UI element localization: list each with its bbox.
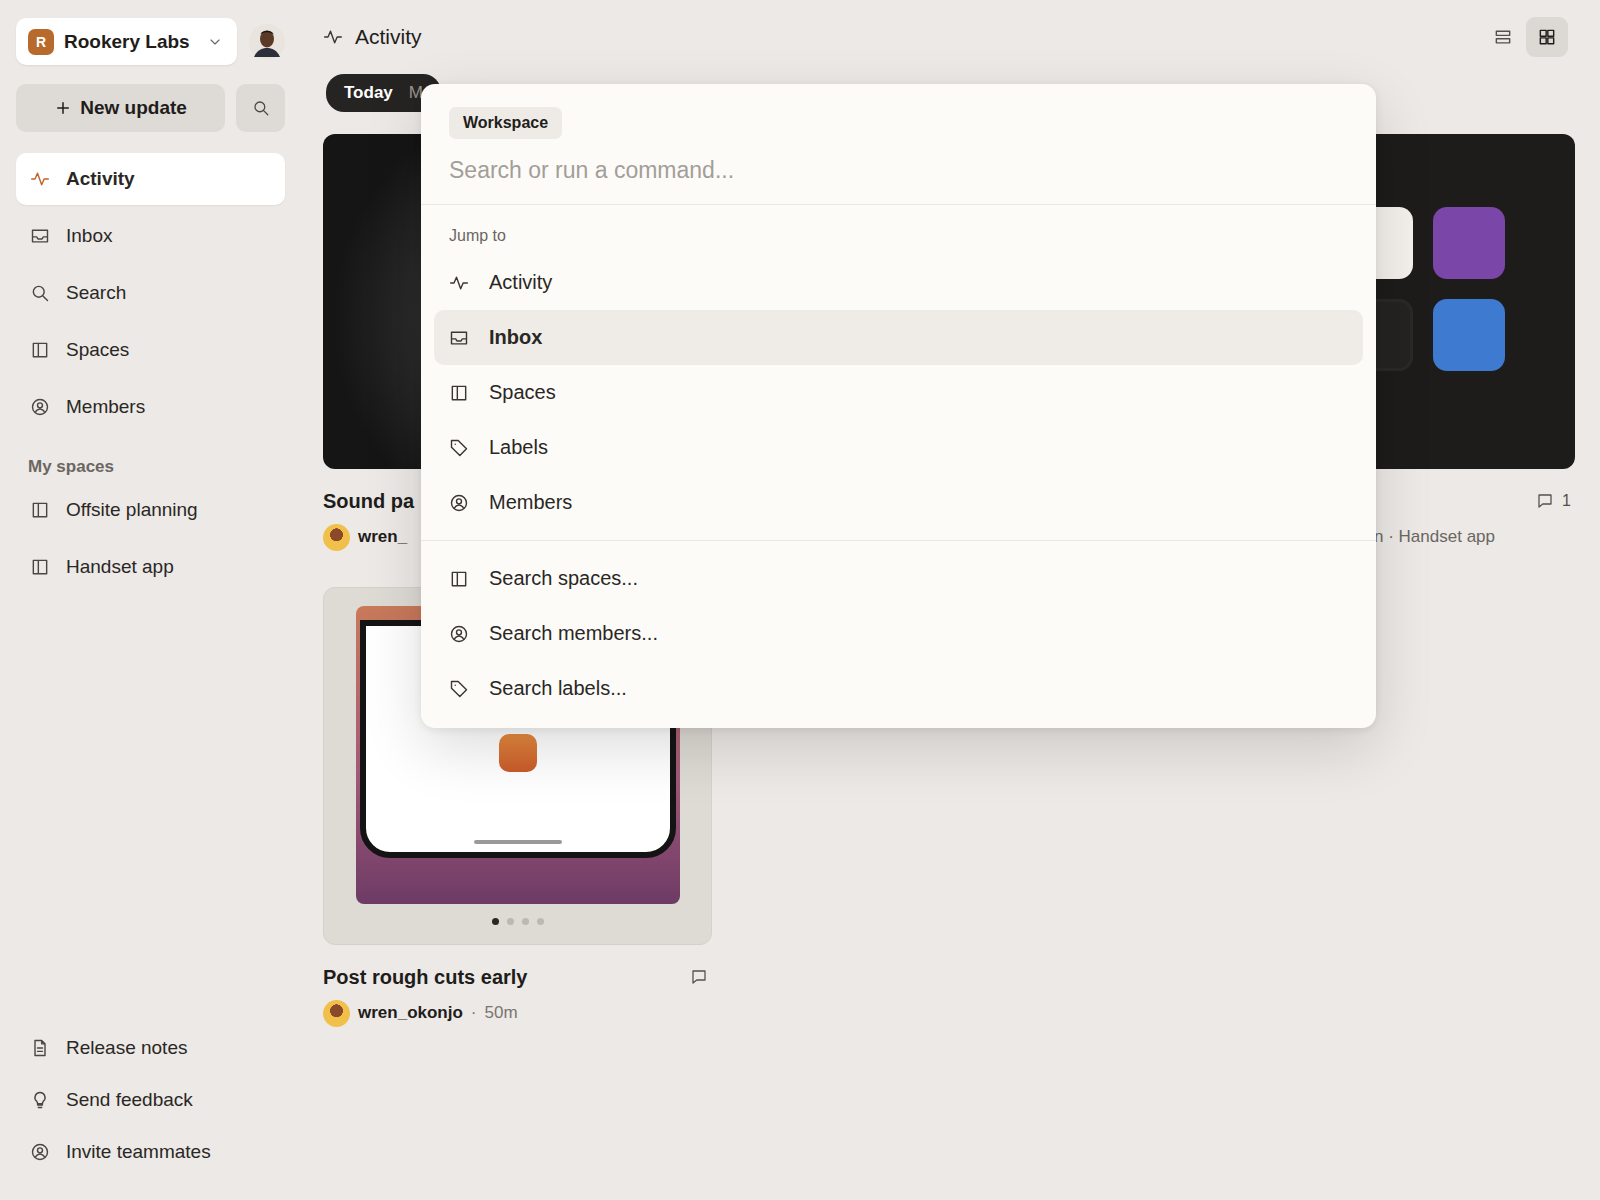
- sidebar-nav: ActivityInboxSearchSpacesMembers: [16, 153, 285, 433]
- inbox-icon: [449, 328, 469, 348]
- command-item[interactable]: Activity: [434, 255, 1363, 310]
- card-meta: wren_okonjo·50m: [323, 999, 712, 1027]
- carousel-dots: [492, 918, 544, 925]
- footer-item[interactable]: Release notes: [16, 1022, 285, 1074]
- sidebar: R Rookery Labs New update ActivityInboxSear…: [0, 0, 290, 1200]
- user-avatar[interactable]: [249, 24, 285, 60]
- view-button[interactable]: [1526, 17, 1568, 57]
- search-icon: [252, 99, 270, 117]
- sidebar-footer: Release notesSend feedbackInvite teammat…: [16, 1022, 285, 1178]
- page-title: Activity: [355, 25, 1470, 49]
- command-item[interactable]: Search labels...: [434, 661, 1363, 716]
- activity-icon: [323, 27, 343, 47]
- sidebar-item[interactable]: Inbox: [16, 210, 285, 262]
- command-item[interactable]: Search members...: [434, 606, 1363, 661]
- search-icon: [30, 283, 50, 303]
- workspace-logo: R: [28, 29, 54, 55]
- command-item[interactable]: Search spaces...: [434, 551, 1363, 606]
- sidebar-item[interactable]: Members: [16, 381, 285, 433]
- labels-icon: [449, 438, 469, 458]
- view-toggle: [1482, 17, 1568, 57]
- search-button[interactable]: [236, 84, 285, 132]
- header: Activity: [323, 0, 1575, 74]
- new-update-button[interactable]: New update: [16, 84, 225, 132]
- carousel-dot[interactable]: [537, 918, 544, 925]
- card-title: Post rough cuts early: [323, 966, 690, 989]
- sidebar-item[interactable]: Search: [16, 267, 285, 319]
- members-icon: [449, 624, 469, 644]
- members-icon: [449, 493, 469, 513]
- section-label: My spaces: [28, 457, 285, 477]
- comment-count[interactable]: [690, 968, 712, 986]
- carousel-dot[interactable]: [522, 918, 529, 925]
- user-avatar-icon: [249, 24, 285, 60]
- bulb-icon: [30, 1090, 50, 1110]
- command-item[interactable]: Inbox: [434, 310, 1363, 365]
- activity-icon: [449, 273, 469, 293]
- author[interactable]: wren_: [358, 527, 407, 547]
- time: 50m: [485, 1003, 518, 1023]
- scope-chip[interactable]: Workspace: [449, 107, 562, 139]
- comment-icon: [690, 968, 708, 986]
- author[interactable]: wren_okonjo: [358, 1003, 463, 1023]
- space-icon: [30, 557, 50, 577]
- spaces-list: Offsite planningHandset app: [16, 484, 285, 593]
- workspace-switcher[interactable]: R Rookery Labs: [16, 18, 237, 65]
- command-item[interactable]: Labels: [434, 420, 1363, 475]
- spaces-icon: [449, 569, 469, 589]
- carousel-dot[interactable]: [507, 918, 514, 925]
- command-palette: Workspace Jump toActivityInboxSpacesLabel…: [421, 84, 1376, 728]
- inbox-icon: [30, 226, 50, 246]
- comment-count[interactable]: 1: [1536, 492, 1575, 510]
- command-input[interactable]: [449, 153, 1348, 190]
- card-space: n · Handset app: [1374, 527, 1575, 547]
- comment-icon: [1536, 492, 1554, 510]
- filter-tab[interactable]: Today: [336, 75, 401, 111]
- action-row: New update: [16, 84, 285, 132]
- footer-item[interactable]: Invite teammates: [16, 1126, 285, 1178]
- carousel-dot[interactable]: [492, 918, 499, 925]
- plus-icon: [54, 99, 72, 117]
- labels-icon: [449, 679, 469, 699]
- command-item[interactable]: Spaces: [434, 365, 1363, 420]
- grid-view-icon: [1537, 27, 1557, 47]
- spaces-icon: [449, 383, 469, 403]
- app: RRookery LabsNew updateActivityInboxSear…: [0, 0, 1600, 1200]
- doc-icon: [30, 1038, 50, 1058]
- space-item[interactable]: Offsite planning: [16, 484, 285, 536]
- card-title-row: Post rough cuts early: [323, 965, 712, 989]
- space-icon: [30, 500, 50, 520]
- sidebar-item[interactable]: Activity: [16, 153, 285, 205]
- section-label: Jump to: [434, 215, 1363, 255]
- view-button[interactable]: [1482, 17, 1524, 57]
- author-avatar: [323, 1000, 350, 1027]
- list-view-icon: [1493, 27, 1513, 47]
- top-row: R Rookery Labs: [16, 18, 285, 65]
- author-avatar: [323, 524, 350, 551]
- spaces-icon: [30, 340, 50, 360]
- workspace-name: Rookery Labs: [64, 31, 197, 53]
- activity-icon: [30, 169, 50, 189]
- members-icon: [30, 397, 50, 417]
- chevron-down-icon: [207, 34, 223, 50]
- footer-item[interactable]: Send feedback: [16, 1074, 285, 1126]
- members-icon: [30, 1142, 50, 1162]
- space-item[interactable]: Handset app: [16, 541, 285, 593]
- command-item[interactable]: Members: [434, 475, 1363, 530]
- sidebar-item[interactable]: Spaces: [16, 324, 285, 376]
